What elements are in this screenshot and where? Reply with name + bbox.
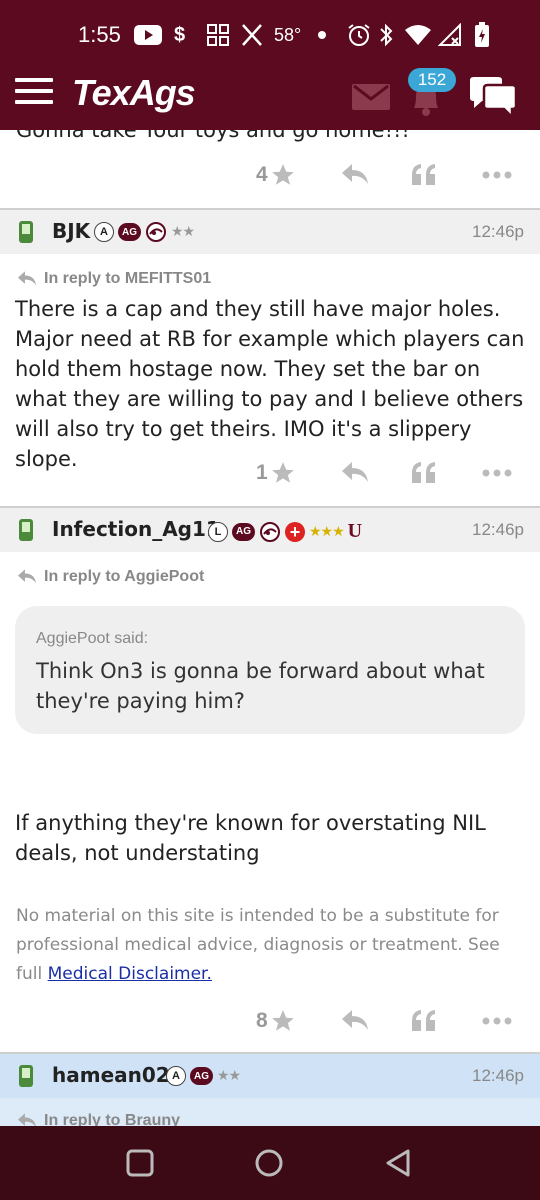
post-time: 12:46p (472, 1066, 524, 1085)
status-time: 1:55 (78, 22, 121, 47)
badge-a: A (94, 222, 114, 242)
like-button[interactable]: 1 (256, 460, 296, 486)
quote-block: AggiePoot said: Think On3 is gonna be fo… (15, 606, 525, 734)
status-bar: 1:55 $ 58° (0, 0, 540, 64)
temperature: 58° (274, 24, 302, 45)
post-time: 12:46p (472, 222, 524, 241)
post-body: If anything they're known for overstatin… (15, 811, 486, 865)
like-count: 4 (256, 163, 268, 186)
signal-icon (438, 22, 462, 48)
more-icon[interactable] (482, 170, 512, 180)
post-body: There is a cap and they still have major… (15, 297, 525, 471)
badge-ag: AG (118, 223, 141, 241)
star-icon (271, 1010, 294, 1031)
dollar-icon: $ (174, 23, 186, 46)
user-badges: A AG ★★ (94, 222, 195, 242)
battery-icon (474, 22, 490, 48)
like-count: 1 (256, 461, 268, 484)
like-button[interactable]: 8 (256, 1008, 296, 1034)
post-time: 12:46p (472, 520, 524, 539)
rank-stars: ★★ (217, 1068, 241, 1084)
chat-icon[interactable] (468, 76, 518, 120)
alarm-icon (346, 22, 372, 48)
mail-icon[interactable] (352, 84, 390, 110)
reply-icon[interactable] (340, 162, 370, 188)
youtube-icon (134, 22, 162, 48)
mobile-icon (19, 519, 33, 541)
username[interactable]: Infection_Ag11 (52, 517, 220, 541)
reply-icon[interactable] (340, 1008, 370, 1034)
recents-icon[interactable] (125, 1148, 155, 1178)
more-icon[interactable] (482, 1016, 512, 1026)
reply-icon[interactable] (340, 460, 370, 486)
more-icon[interactable] (482, 468, 512, 478)
medical-disclaimer: No material on this site is intended to … (16, 902, 526, 989)
quote-icon[interactable] (410, 1007, 438, 1035)
in-reply-to[interactable]: In reply to AggiePoot (16, 568, 204, 586)
thread-content: Gonna take Your toys and go home!!! 4 BJ… (0, 130, 540, 1126)
quote-author[interactable]: AggiePoot said: (36, 630, 148, 648)
post-header: hamean02 A AG ★★ 12:46p (0, 1054, 540, 1098)
badge-ag: AG (232, 522, 255, 541)
like-count: 8 (256, 1009, 268, 1032)
quote-icon[interactable] (410, 459, 438, 487)
username[interactable]: BJK (52, 219, 90, 243)
reply-arrow-icon (18, 1113, 36, 1126)
in-reply-label: In reply to AggiePoot (44, 568, 205, 585)
dot-icon (318, 22, 326, 48)
menu-icon[interactable] (15, 78, 53, 108)
mobile-icon (19, 221, 33, 243)
back-icon[interactable] (384, 1148, 414, 1178)
mobile-icon (19, 1065, 33, 1087)
medical-cross-icon: + (285, 521, 305, 542)
user-badges: L AG + ★★★ U (208, 520, 362, 543)
star-icon (271, 164, 294, 185)
x-icon (240, 22, 264, 48)
post-reply-row-partial: In reply to Brauny (0, 1098, 540, 1126)
badge-l: L (208, 521, 228, 542)
rank-stars: ★★ (171, 224, 195, 240)
in-reply-to[interactable]: In reply to MEFITTS01 (16, 270, 211, 288)
badge-ag: AG (190, 1067, 213, 1085)
rank-stars: ★★★ (309, 523, 345, 540)
star-icon (271, 462, 294, 483)
in-reply-to[interactable]: In reply to Brauny (16, 1112, 180, 1126)
post-header: BJK A AG ★★ 12:46p (0, 210, 540, 254)
post-header: Infection_Ag11 L AG + ★★★ U 12:46p (0, 508, 540, 552)
reveille-icon (146, 222, 166, 242)
in-reply-label: In reply to Brauny (44, 1112, 181, 1126)
post-actions: 8 (0, 1002, 540, 1042)
reply-arrow-icon (18, 271, 36, 286)
badge-u: U (347, 520, 363, 542)
reply-arrow-icon (18, 569, 36, 584)
badge-a: A (166, 1066, 186, 1086)
like-button[interactable]: 4 (256, 162, 296, 188)
app-bar: TexAgs (0, 64, 540, 130)
username[interactable]: hamean02 (52, 1063, 170, 1087)
medical-disclaimer-link[interactable]: Medical Disclaimer. (48, 964, 212, 984)
texags-logo[interactable]: TexAgs (72, 72, 196, 114)
quote-icon[interactable] (410, 161, 438, 189)
system-nav-bar (0, 1126, 540, 1200)
bluetooth-icon (378, 22, 394, 48)
home-icon[interactable] (254, 1148, 284, 1178)
notification-badge[interactable]: 152 (408, 68, 456, 92)
post-actions: 1 (0, 454, 540, 494)
post-body-partial: Gonna take Your toys and go home!!! (16, 130, 410, 142)
wifi-icon (404, 22, 432, 48)
apps-icon (206, 22, 230, 48)
user-badges: A AG ★★ (166, 1066, 241, 1086)
post-actions: 4 (0, 156, 540, 196)
in-reply-label: In reply to MEFITTS01 (44, 270, 212, 287)
quote-text: Think On3 is gonna be forward about what… (36, 659, 485, 713)
reveille-icon (260, 521, 280, 542)
